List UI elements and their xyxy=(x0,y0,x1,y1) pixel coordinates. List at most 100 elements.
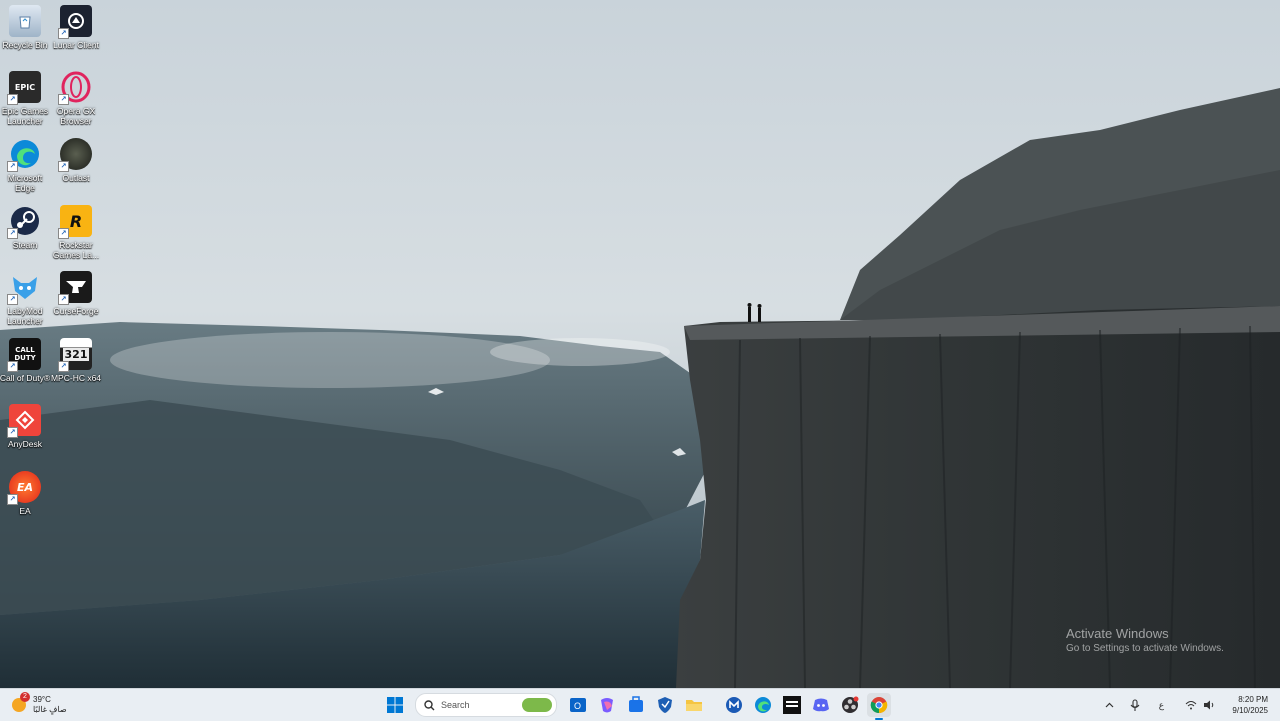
language-label: ع xyxy=(1158,699,1165,710)
show-hidden-icons-button[interactable] xyxy=(1099,695,1119,715)
weather-temperature: 39°C xyxy=(33,695,51,704)
desktop-icon-label: Microsoft Edge xyxy=(7,173,43,193)
microphone-button[interactable] xyxy=(1125,695,1145,715)
desktop-icon-rockstar[interactable]: R ↗ Rockstar Games La... xyxy=(52,205,100,260)
taskbar-store[interactable] xyxy=(624,693,648,717)
start-icon xyxy=(386,697,403,713)
desktop-wallpaper xyxy=(0,0,1280,688)
taskbar-edge[interactable] xyxy=(751,693,775,717)
shortcut-arrow-icon: ↗ xyxy=(7,294,18,305)
clock-time: 8:20 PM xyxy=(1238,695,1268,704)
taskbar: 2 39°C صافٍ غالبًا Search O ع 8:20 PM 9/… xyxy=(0,688,1280,721)
call-of-duty-icon xyxy=(783,696,801,714)
shortcut-arrow-icon: ↗ xyxy=(7,228,18,239)
weather-condition: صافٍ غالبًا xyxy=(33,705,67,714)
desktop-icon-label: Lunar Client xyxy=(53,40,99,50)
shortcut-arrow-icon: ↗ xyxy=(58,94,69,105)
desktop-icon-curseforge[interactable]: ↗ CurseForge xyxy=(52,271,100,316)
desktop-icon-label: Call of Duty® xyxy=(0,373,51,383)
search-highlight-icon xyxy=(522,698,552,712)
edge-icon xyxy=(755,697,771,713)
shortcut-arrow-icon: ↗ xyxy=(7,361,18,372)
desktop-icon-recycle-bin[interactable]: Recycle Bin xyxy=(1,5,49,50)
ea-glyph: EA xyxy=(16,480,34,494)
rockstar-icon: R ↗ xyxy=(58,205,92,239)
watermark-title: Activate Windows xyxy=(1066,626,1169,641)
taskbar-search[interactable]: Search xyxy=(415,693,557,717)
desktop-icon-label: CurseForge xyxy=(53,306,99,316)
shortcut-arrow-icon: ↗ xyxy=(7,494,18,505)
discord-icon xyxy=(813,698,829,712)
store-icon xyxy=(628,696,643,712)
edge-icon: ↗ xyxy=(7,138,41,172)
system-tray: ع 8:20 PM 9/10/2025 xyxy=(1096,689,1280,721)
rockstar-glyph: R xyxy=(69,211,83,231)
language-indicator[interactable]: ع xyxy=(1151,695,1171,715)
lunar-client-icon: ↗ xyxy=(58,5,92,39)
taskbar-outlook[interactable]: O xyxy=(566,693,590,717)
desktop-icon-call-of-duty[interactable]: CALL DUTY ↗ Call of Duty® xyxy=(0,338,51,383)
chrome-icon xyxy=(870,697,888,714)
taskbar-defender[interactable] xyxy=(653,693,677,717)
shortcut-arrow-icon: ↗ xyxy=(58,228,69,239)
taskbar-malwarebytes[interactable] xyxy=(722,693,746,717)
desktop-icon-opera-gx[interactable]: ↗ Opera GX Browser xyxy=(52,71,100,126)
desktop-icon-anydesk[interactable]: ↗ AnyDesk xyxy=(1,404,49,449)
desktop-icon-labymod[interactable]: ↗ LabyMod Launcher xyxy=(1,271,49,326)
call-of-duty-icon: CALL DUTY ↗ xyxy=(7,338,41,372)
desktop-icon-label: Epic Games Launcher xyxy=(1,106,49,126)
steam-icon: ↗ xyxy=(7,205,41,239)
taskbar-discord[interactable] xyxy=(809,693,833,717)
obs-icon xyxy=(842,696,859,713)
search-placeholder: Search xyxy=(441,700,470,710)
copilot-icon xyxy=(600,698,613,713)
epic-games-icon: EPIC ↗ xyxy=(7,71,41,105)
outlast-icon: ↗ xyxy=(58,138,92,172)
desktop-icon-microsoft-edge[interactable]: ↗ Microsoft Edge xyxy=(1,138,49,193)
desktop-icon-label: Steam xyxy=(12,240,38,250)
volume-icon xyxy=(1204,700,1214,710)
notification-badge: 2 xyxy=(20,692,30,702)
mpc-glyph: 321 xyxy=(62,347,90,361)
malwarebytes-icon xyxy=(726,697,742,713)
clock[interactable]: 8:20 PM 9/10/2025 xyxy=(1232,694,1268,716)
weather-text: 39°C صافٍ غالبًا xyxy=(33,695,67,715)
svg-text:O: O xyxy=(574,701,581,711)
desktop-icon-label: Outlast xyxy=(62,173,90,183)
mpc-hc-icon: 321 ↗ xyxy=(58,338,92,372)
taskbar-call-of-duty[interactable] xyxy=(780,693,804,717)
epic-glyph: EPIC xyxy=(14,82,36,92)
desktop-icon-label: Opera GX Browser xyxy=(56,106,96,126)
desktop-icon-label: MPC-HC x64 xyxy=(50,373,102,383)
shortcut-arrow-icon: ↗ xyxy=(7,161,18,172)
start-button[interactable] xyxy=(383,693,407,717)
taskbar-chrome[interactable] xyxy=(867,693,891,720)
desktop-icon-mpc-hc[interactable]: 321 ↗ MPC-HC x64 xyxy=(50,338,102,383)
file-explorer-icon xyxy=(685,700,702,711)
defender-icon xyxy=(657,697,672,713)
cod-glyph: CALL DUTY xyxy=(14,346,36,362)
clock-date: 9/10/2025 xyxy=(1232,706,1268,715)
shortcut-arrow-icon: ↗ xyxy=(7,94,18,105)
chevron-up-icon xyxy=(1105,702,1114,708)
taskbar-copilot[interactable] xyxy=(595,693,619,717)
network-button[interactable] xyxy=(1177,695,1223,715)
wifi-icon xyxy=(1186,701,1197,710)
desktop-icon-label: AnyDesk xyxy=(7,439,42,449)
desktop-icon-lunar-client[interactable]: ↗ Lunar Client xyxy=(52,5,100,50)
desktop-icon-ea[interactable]: EA ↗ EA xyxy=(1,471,49,516)
desktop-icon-epic-games[interactable]: EPIC ↗ Epic Games Launcher xyxy=(1,71,49,126)
desktop-icon-outlast[interactable]: ↗ Outlast xyxy=(52,138,100,183)
taskbar-obs[interactable] xyxy=(838,693,862,717)
shortcut-arrow-icon: ↗ xyxy=(58,28,69,39)
shortcut-arrow-icon: ↗ xyxy=(7,427,18,438)
opera-gx-icon: ↗ xyxy=(58,71,92,105)
recycle-bin-icon xyxy=(9,5,41,37)
microphone-icon xyxy=(1130,698,1140,711)
desktop-icon-steam[interactable]: ↗ Steam xyxy=(1,205,49,250)
weather-sun-icon: 2 xyxy=(12,692,30,712)
desktop-icon-label: Rockstar Games La... xyxy=(52,240,100,260)
watermark-subtitle: Go to Settings to activate Windows. xyxy=(1066,643,1224,654)
taskbar-file-explorer[interactable] xyxy=(682,693,706,717)
weather-widget[interactable]: 2 39°C صافٍ غالبًا xyxy=(12,692,67,716)
